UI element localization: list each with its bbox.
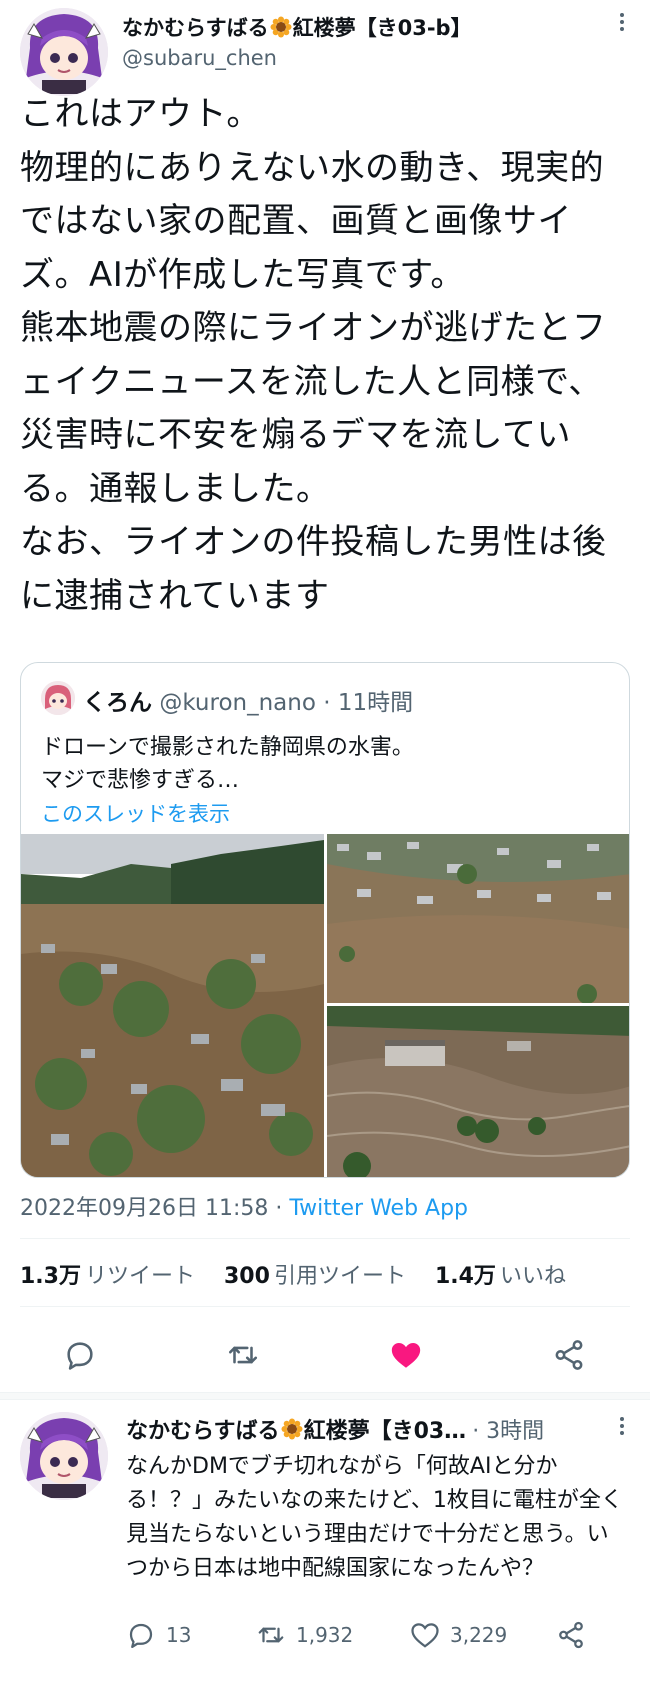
reply-time[interactable]: · 3時間 [472,1413,544,1445]
reply-name-row[interactable]: なかむらすばる 紅楼夢【き03… · 3時間 [126,1413,544,1445]
quote-label[interactable]: 引用ツイート [274,1264,406,1289]
section-separator [0,1392,650,1400]
sunflower-icon [281,1418,303,1440]
author-avatar[interactable] [20,8,108,96]
more-icon[interactable] [612,1416,632,1436]
reply-retweet-button[interactable]: 1,932 [256,1620,353,1650]
author-handle[interactable]: @subaru_chen [122,46,277,70]
reply-icon[interactable] [59,1334,101,1376]
quoted-handle: @kuron_nano [159,690,316,716]
tweet-meta: 2022年09月26日 11:58 · Twitter Web App [20,1190,468,1222]
reply-action-bar: 13 1,932 3,229 [126,1620,626,1660]
reply-reply-count: 13 [166,1623,192,1647]
quoted-tweet-card[interactable]: くろん @kuron_nano · 11時間 ドローンで撮影された静岡県の水害。… [20,662,630,1178]
reply-share-button[interactable] [556,1620,596,1650]
divider [20,1306,630,1307]
author-name-row[interactable]: なかむらすばる 紅楼夢【き03-b】 [122,12,472,42]
reply-like-button[interactable]: 3,229 [410,1620,507,1650]
sunflower-icon [270,16,292,38]
quoted-display-name: くろん [83,690,152,716]
retweet-icon [258,1627,284,1643]
quote-count[interactable]: 300 [224,1264,270,1289]
tweet-client[interactable]: Twitter Web App [289,1196,468,1221]
tweet-action-bar [0,1320,650,1390]
quoted-photo-2[interactable] [327,834,629,1003]
quoted-photo-3[interactable] [327,1006,629,1177]
show-thread-link[interactable]: このスレッドを表示 [41,798,230,828]
reply-text: なんかDMでブチ切れながら「何故AIと分かる！？」みたいなの来たけど、1枚目に電… [126,1454,623,1581]
reply-like-count: 3,229 [450,1623,508,1647]
share-icon [559,1621,583,1649]
retweet-count[interactable]: 1.3万 [20,1264,81,1289]
quoted-photo-1[interactable] [21,834,324,1177]
quoted-text: ドローンで撮影された静岡県の水害。 マジで悲惨すぎる… [41,735,414,793]
quoted-header: くろん @kuron_nano · 11時間 [83,683,413,717]
tweet-timestamp[interactable]: 2022年09月26日 11:58 [20,1196,268,1221]
reply-icon [129,1623,153,1648]
more-icon[interactable] [612,12,632,32]
share-icon[interactable] [548,1334,590,1376]
like-label[interactable]: いいね [500,1264,566,1289]
author-display-name-suffix: 紅楼夢【き03-b】 [292,16,472,40]
retweet-icon[interactable] [222,1334,264,1376]
reply-display-name: なかむらすばる [126,1419,280,1444]
reply-retweet-count: 1,932 [296,1623,354,1647]
tweet-stats: 1.3万 リツイート 300 引用ツイート 1.4万 いいね [20,1258,588,1290]
reply-display-name-suffix: 紅楼夢【き03… [303,1419,467,1444]
reply-reply-button[interactable]: 13 [126,1620,191,1650]
retweet-label[interactable]: リツイート [85,1264,195,1289]
like-icon [411,1623,439,1648]
divider [20,1238,630,1239]
tweet-text: これはアウト。 物理的にありえない水の動き、現実的ではない家の配置、画質と画像サ… [20,94,607,616]
reply-author-avatar[interactable] [20,1412,108,1500]
meta-separator: · [268,1196,290,1221]
quoted-time: · 11時間 [323,690,414,716]
author-display-name: なかむらすばる [122,16,269,40]
quoted-author-avatar [41,681,75,715]
like-icon[interactable] [385,1334,427,1376]
like-count[interactable]: 1.4万 [435,1264,496,1289]
